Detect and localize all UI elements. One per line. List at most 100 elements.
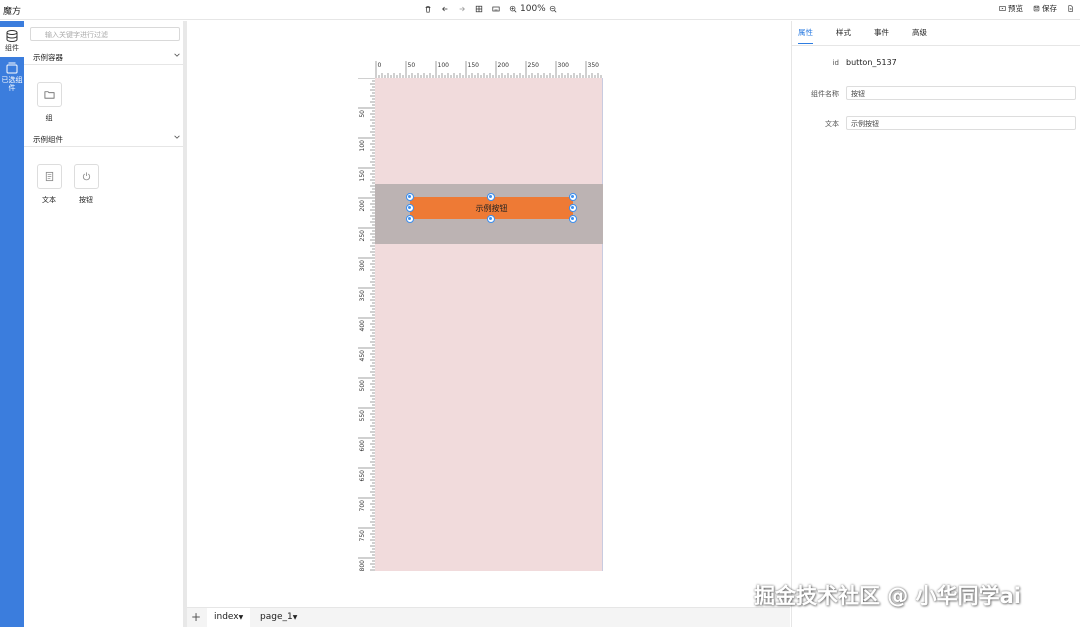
ruler-left-label: 450 — [359, 350, 366, 362]
component-button[interactable]: 按钮 — [72, 164, 100, 205]
toolbar: 100% — [424, 3, 557, 15]
add-page-button[interactable]: + — [191, 610, 201, 624]
page-tab-index[interactable]: index▼ — [207, 608, 251, 628]
ruler-top-label: 100 — [438, 62, 450, 69]
id-value: button_5137 — [846, 58, 897, 67]
resize-handle-left[interactable] — [406, 204, 414, 212]
nav-components-label: 组件 — [5, 44, 19, 52]
ruler-left-label: 50 — [359, 110, 366, 118]
document-icon — [1068, 5, 1073, 12]
page-tab-page-1-label: page_1 — [260, 612, 293, 622]
page-tab-index-label: index — [214, 612, 239, 622]
ruler-left-scale: 50 100 150 200 250 300 350 400 450 500 550 600 650 70… — [358, 77, 375, 571]
zoom-level: 100% — [520, 4, 546, 14]
ruler-left-label: 600 — [359, 440, 366, 452]
resize-handle-bottom-right[interactable] — [569, 215, 577, 223]
database-icon — [6, 30, 18, 43]
resize-handle-bottom[interactable] — [487, 215, 495, 223]
document-button[interactable] — [1067, 5, 1074, 12]
text-doc-icon — [36, 164, 62, 189]
ruler-left-label: 400 — [359, 320, 366, 332]
component-group[interactable]: 组 — [35, 82, 63, 123]
power-icon — [73, 164, 99, 189]
chevron-down-icon[interactable] — [173, 51, 181, 59]
tab-advanced[interactable]: 高级 — [912, 27, 927, 44]
section-example-containers[interactable]: 示例容器 — [24, 49, 184, 65]
app-title: 魔方 — [3, 7, 22, 17]
zoom-in-icon[interactable] — [509, 3, 517, 15]
ruler-left-label: 250 — [359, 230, 366, 242]
ruler-left-label: 750 — [359, 530, 366, 542]
ruler-top-label: 150 — [468, 62, 480, 69]
ruler-left-label: 800 — [359, 560, 366, 571]
grid-icon[interactable] — [475, 3, 483, 15]
undo-icon[interactable] — [441, 3, 449, 15]
section-title-components: 示例组件 — [33, 135, 63, 144]
resize-handle-top-left[interactable] — [406, 193, 414, 201]
page-tab-page-1[interactable]: page_1▼ — [253, 608, 304, 628]
tab-events[interactable]: 事件 — [874, 27, 889, 44]
ruler-top: 0 50 100 150 200 250 300 350 — [375, 59, 603, 78]
id-label: id — [832, 59, 839, 67]
ruler-top-label: 250 — [528, 62, 540, 69]
ruler-left-label: 100 — [359, 140, 366, 152]
folder-icon — [36, 82, 62, 107]
resize-handle-top[interactable] — [487, 193, 495, 201]
component-name-label: 组件名称 — [811, 90, 839, 98]
preview-button[interactable]: 预览 — [999, 3, 1023, 14]
ruler-corner — [356, 59, 375, 78]
layers-icon — [6, 62, 18, 74]
ruler-left: 50 100 150 200 250 300 350 400 450 500 550 600 650 70… — [356, 77, 375, 571]
keyboard-icon[interactable] — [492, 3, 500, 15]
ruler-left-label: 700 — [359, 500, 366, 512]
top-bar: 魔方 100% 预览 保存 — [0, 0, 1080, 20]
caret-down-icon: ▼ — [238, 614, 244, 621]
component-text-label: 文本 — [42, 196, 56, 204]
properties-panel: 属性 样式 事件 高级 id button_5137 组件名称 按钮 文本 示例… — [791, 21, 1080, 627]
tabs-divider — [792, 45, 1080, 46]
ruler-left-label: 150 — [359, 170, 366, 182]
text-input[interactable]: 示例按钮 — [846, 116, 1076, 130]
redo-icon[interactable] — [458, 3, 466, 15]
component-panel: 输入关键字进行过滤 示例容器 组 示例组件 文本 按钮 — [24, 21, 186, 627]
tab-styles[interactable]: 样式 — [836, 27, 851, 44]
save-icon — [1033, 5, 1040, 12]
nav-selected-components[interactable]: 已选组件 — [0, 59, 24, 92]
save-button[interactable]: 保存 — [1033, 3, 1057, 14]
resize-handle-bottom-left[interactable] — [406, 215, 414, 223]
ruler-top-label: 0 — [378, 62, 382, 69]
chevron-down-icon[interactable] — [173, 133, 181, 141]
component-name-input[interactable]: 按钮 — [846, 86, 1076, 100]
tab-properties[interactable]: 属性 — [798, 27, 813, 44]
watermark-text: 掘金技术社区 @ 小华同学ai — [754, 584, 1021, 608]
component-button-label: 按钮 — [79, 196, 93, 204]
ruler-left-label: 550 — [359, 410, 366, 422]
resize-handle-top-right[interactable] — [569, 193, 577, 201]
left-nav: 组件 已选组件 — [0, 21, 24, 627]
zoom-out-icon[interactable] — [549, 3, 557, 15]
ruler-left-label: 300 — [359, 260, 366, 272]
header-actions: 预览 保存 — [999, 3, 1074, 14]
preview-label: 预览 — [1008, 4, 1023, 13]
resize-handle-right[interactable] — [569, 204, 577, 212]
ruler-left-label: 350 — [359, 290, 366, 302]
component-text[interactable]: 文本 — [35, 164, 63, 205]
ruler-top-label: 350 — [588, 62, 600, 69]
ruler-left-label: 500 — [359, 380, 366, 392]
save-label: 保存 — [1042, 4, 1057, 13]
delete-icon[interactable] — [424, 3, 432, 15]
canvas-page[interactable] — [375, 78, 603, 571]
ruler-top-label: 200 — [498, 62, 510, 69]
zoom-control: 100% — [509, 3, 557, 15]
nav-components[interactable]: 组件 — [0, 27, 24, 57]
ruler-left-label: 200 — [359, 200, 366, 212]
ruler-top-label: 50 — [408, 62, 416, 69]
properties-tabs: 属性 样式 事件 高级 — [798, 27, 950, 44]
ruler-top-scale: 0 50 100 150 200 250 300 350 — [375, 61, 602, 78]
section-example-components[interactable]: 示例组件 — [24, 131, 184, 147]
ruler-top-label: 300 — [558, 62, 570, 69]
text-label: 文本 — [825, 120, 839, 128]
page-tabs-bar: + index▼ page_1▼ — [187, 607, 790, 628]
section-title-containers: 示例容器 — [33, 53, 63, 62]
filter-input[interactable]: 输入关键字进行过滤 — [30, 27, 180, 41]
